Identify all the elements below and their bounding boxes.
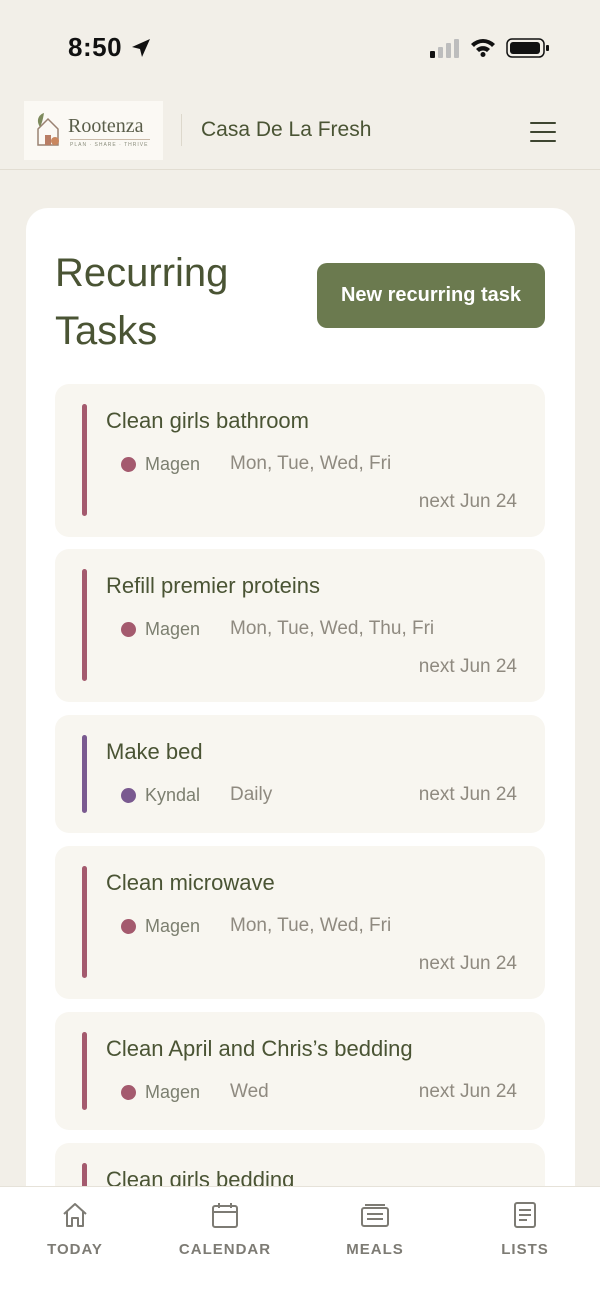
task-title: Clean microwave <box>106 870 275 895</box>
nav-label: LISTS <box>501 1241 549 1258</box>
task-item[interactable]: Clean April and Chris’s bedding Magen We… <box>55 1012 545 1130</box>
task-color-bar <box>82 735 87 813</box>
header-divider <box>181 114 182 146</box>
task-color-bar <box>82 866 87 978</box>
task-assignee: Magen <box>145 916 201 936</box>
nav-label: MEALS <box>346 1241 404 1258</box>
location-arrow-icon <box>132 39 150 57</box>
task-title: Make bed <box>106 739 203 764</box>
page-title: Recurring Tasks <box>55 251 229 353</box>
menu-line <box>530 122 556 124</box>
cellular-signal-icon <box>430 39 459 58</box>
task-next-date: next Jun 24 <box>418 784 517 805</box>
menu-line <box>530 140 556 142</box>
task-item[interactable]: Clean girls bathroom Magen Mon, Tue, Wed… <box>55 384 545 537</box>
assignee-dot <box>121 1085 136 1100</box>
logo-tagline: PLAN · SHARE · THRIVE <box>70 142 149 148</box>
task-color-bar <box>82 569 87 681</box>
menu-line <box>530 131 556 133</box>
new-recurring-task-button[interactable]: New recurring task <box>317 263 545 328</box>
calendar-icon <box>212 1203 238 1228</box>
status-bar: 8:50 <box>0 0 600 96</box>
bottom-navigation: TODAY CALENDAR MEALS LISTS <box>0 1186 600 1304</box>
task-next-date: next Jun 24 <box>418 491 517 512</box>
task-title: Clean April and Chris’s bedding <box>106 1036 413 1061</box>
nav-label: TODAY <box>47 1241 103 1258</box>
assignee-dot <box>121 622 136 637</box>
nav-label: CALENDAR <box>178 1241 272 1258</box>
nav-calendar[interactable]: CALENDAR <box>150 1195 300 1265</box>
nav-meals[interactable]: MEALS <box>300 1195 450 1265</box>
app-header: Rootenza PLAN · SHARE · THRIVE Casa De L… <box>0 96 600 170</box>
nav-today[interactable]: TODAY <box>0 1195 150 1265</box>
status-time: 8:50 <box>68 32 123 62</box>
task-schedule: Mon, Tue, Wed, Thu, Fri <box>230 618 435 639</box>
task-color-bar <box>82 1032 87 1110</box>
assignee-dot <box>121 788 136 803</box>
task-item[interactable]: Make bed Kyndal Daily next Jun 24 <box>55 715 545 833</box>
hamburger-menu-icon[interactable] <box>522 116 564 148</box>
meals-icon <box>361 1204 389 1227</box>
task-item[interactable]: Clean microwave Magen Mon, Tue, Wed, Fri… <box>55 846 545 999</box>
task-assignee: Magen <box>145 1082 201 1102</box>
task-item[interactable]: Refill premier proteins Magen Mon, Tue, … <box>55 549 545 702</box>
recurring-tasks-card: Recurring Tasks New recurring task Clean… <box>26 208 575 1304</box>
nav-lists[interactable]: LISTS <box>450 1195 600 1265</box>
logo-text: Rootenza <box>68 115 144 137</box>
task-next-date: next Jun 24 <box>418 953 517 974</box>
task-assignee: Magen <box>145 619 201 639</box>
home-icon <box>63 1203 87 1227</box>
task-color-bar <box>82 404 87 516</box>
task-schedule: Mon, Tue, Wed, Fri <box>230 915 392 936</box>
assignee-dot <box>121 919 136 934</box>
task-schedule: Mon, Tue, Wed, Fri <box>230 453 392 474</box>
logo-divider <box>70 139 150 140</box>
lists-icon <box>514 1202 536 1228</box>
battery-icon <box>506 38 549 58</box>
task-title: Refill premier proteins <box>106 573 320 598</box>
wifi-icon <box>471 39 495 57</box>
task-schedule: Wed <box>230 1081 269 1102</box>
task-title: Clean girls bathroom <box>106 408 309 433</box>
house-plant-logo-icon <box>37 113 59 146</box>
task-next-date: next Jun 24 <box>418 1081 517 1102</box>
task-schedule: Daily <box>230 784 273 805</box>
task-assignee: Kyndal <box>145 785 201 805</box>
task-assignee: Magen <box>145 454 201 474</box>
household-name: Casa De La Fresh <box>201 118 372 141</box>
task-next-date: next Jun 24 <box>418 656 517 677</box>
assignee-dot <box>121 457 136 472</box>
app-logo[interactable]: Rootenza PLAN · SHARE · THRIVE <box>24 101 163 160</box>
